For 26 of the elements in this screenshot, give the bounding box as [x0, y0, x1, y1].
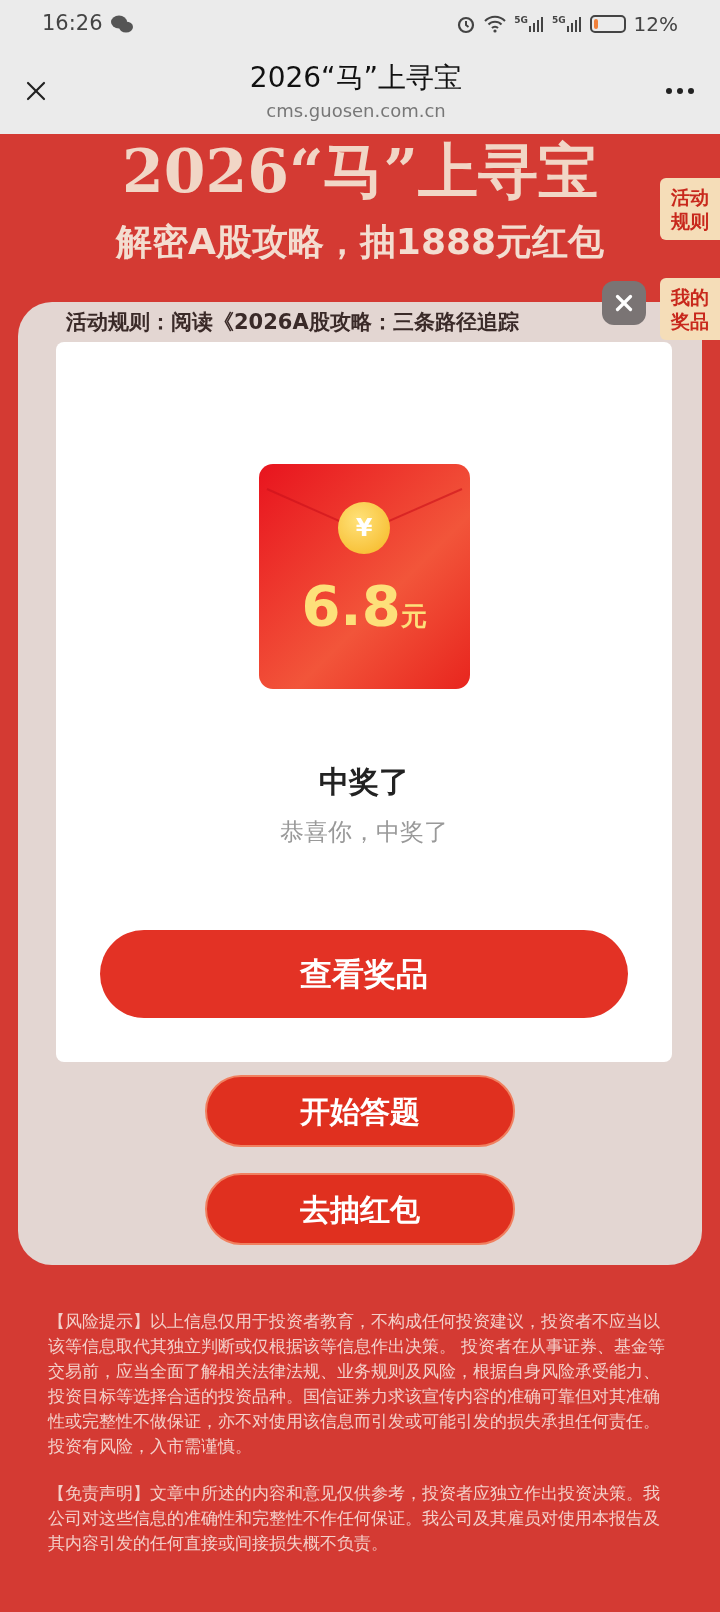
rules-text: 活动规则：阅读《2026A股攻略：三条路径追踪	[66, 309, 520, 336]
view-prize-button[interactable]: 查看奖品	[100, 930, 628, 1018]
signal-icon	[565, 16, 582, 32]
network-label: 5G	[514, 16, 528, 25]
battery-icon	[589, 15, 626, 33]
signal-icon	[527, 16, 544, 32]
hero-subtitle: 解密A股攻略，抽1888元红包	[115, 220, 605, 264]
dialog-title: 中奖了	[319, 763, 409, 801]
disclaimer-text: 【风险提示】以上信息仅用于投资者教育，不构成任何投资建议，投资者不应当以该等信息取代其独立判断或仅根据该等信息作出决策。 投资者在从事证券、基金等交易前，应当全面了解相关法律法规、业务规则及风险，根据自身风险承受能力、投资目标等选择合适的投资品种。国信证券力求该宣传内容的准确可靠但对其准确性或完整性不做保证，亦不对使用该信息而引发或可能引发的损失承担任何责任。投资有风险，入市需谨慎。	[48, 1311, 667, 1458]
prize-amount: 6.8元	[301, 572, 427, 640]
coin-icon: ¥	[338, 502, 390, 554]
chat-icon	[110, 15, 133, 33]
action-button[interactable]: 开始答题	[205, 1075, 515, 1147]
wifi-icon	[484, 15, 507, 33]
page-title: 2026“马”上寻宝	[249, 59, 463, 96]
disclaimer-text: 【免责声明】文章中所述的内容和意见仅供参考，投资者应独立作出投资决策。我公司对这些信息的准确性和完整性不作任何保证。我公司及其雇员对使用本报告及其内容引发的任何直接或间接损失概不负责。	[48, 1483, 661, 1555]
network-label: 5G	[551, 16, 566, 25]
action-button[interactable]: 去抽红包	[205, 1173, 515, 1245]
hero-title: 2026“马”上寻宝	[122, 136, 598, 206]
page-url: cms.guosen.com.cn	[266, 98, 446, 123]
alarm-icon	[456, 14, 477, 34]
battery-percent: 12%	[633, 11, 678, 38]
side-tab[interactable]: 活动规则	[660, 178, 720, 240]
side-tab[interactable]: 我的奖品	[660, 278, 720, 340]
dialog-message: 恭喜你，中奖了	[280, 817, 448, 848]
clock-time: 16:26	[42, 10, 103, 38]
